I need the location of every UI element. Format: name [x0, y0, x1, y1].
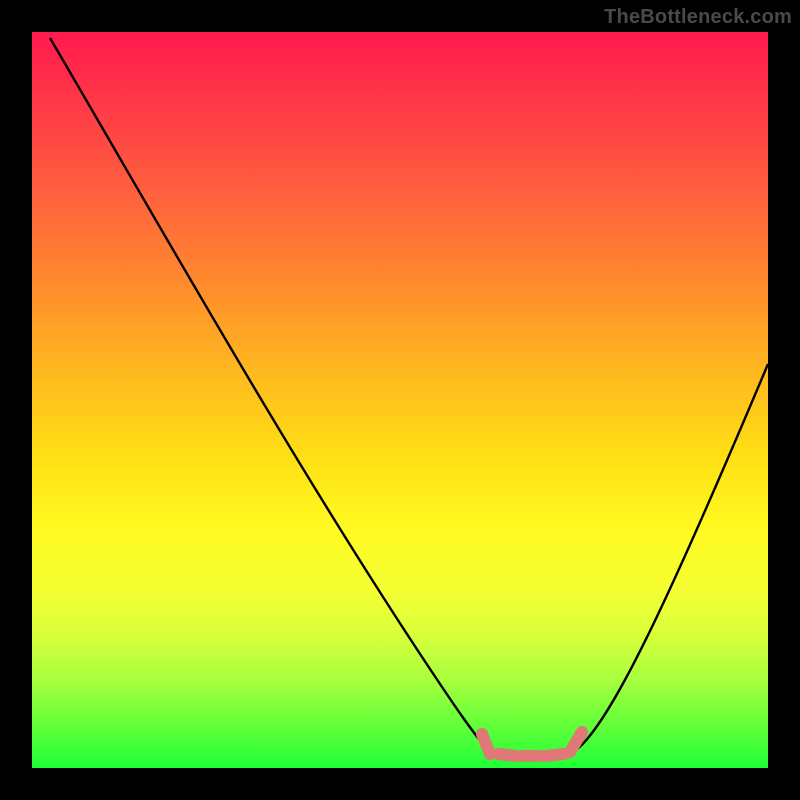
curve-layer [32, 32, 768, 768]
watermark-text: TheBottleneck.com [604, 6, 792, 29]
valley-markers [482, 732, 582, 756]
left-curve [50, 38, 488, 750]
marker-floor-1 [498, 754, 516, 756]
chart-frame: TheBottleneck.com [0, 0, 800, 800]
marker-right-edge [570, 732, 582, 752]
right-curve [576, 364, 768, 750]
marker-floor-3 [546, 754, 564, 756]
marker-left-edge [482, 734, 490, 754]
